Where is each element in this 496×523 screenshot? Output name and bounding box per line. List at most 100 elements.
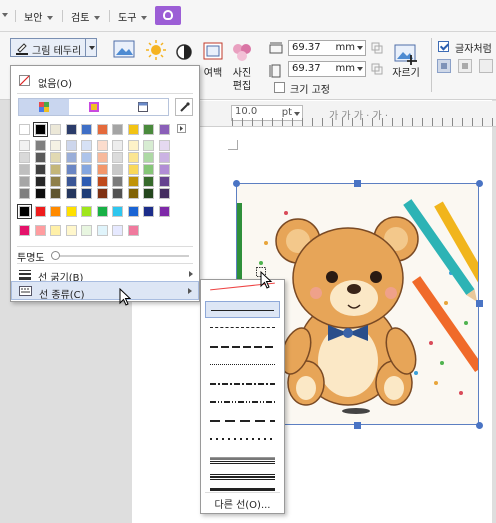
color-swatch[interactable] bbox=[19, 176, 30, 187]
color-swatch[interactable] bbox=[34, 152, 46, 163]
line-style-option[interactable] bbox=[205, 338, 280, 355]
color-swatch[interactable] bbox=[65, 188, 77, 199]
color-swatch[interactable] bbox=[19, 225, 30, 236]
color-swatch[interactable] bbox=[50, 176, 61, 187]
menu-review[interactable]: 검토 bbox=[71, 9, 101, 24]
color-swatch[interactable] bbox=[81, 164, 92, 175]
color-swatch[interactable] bbox=[34, 188, 46, 199]
color-swatch[interactable] bbox=[32, 122, 48, 137]
color-swatch[interactable] bbox=[34, 164, 46, 175]
color-swatch[interactable] bbox=[81, 225, 92, 236]
resize-handle[interactable] bbox=[476, 180, 483, 187]
color-swatch[interactable] bbox=[143, 206, 154, 217]
color-swatch[interactable] bbox=[127, 140, 139, 151]
line-style-option[interactable] bbox=[205, 375, 280, 392]
color-swatch[interactable] bbox=[19, 164, 30, 175]
color-swatch[interactable] bbox=[65, 206, 77, 217]
tab-color-picker[interactable] bbox=[119, 99, 168, 115]
picture-style-icon[interactable] bbox=[113, 40, 135, 58]
margin-icon[interactable] bbox=[203, 42, 223, 60]
color-swatch[interactable] bbox=[127, 124, 139, 135]
color-swatch[interactable] bbox=[81, 188, 92, 199]
color-swatch[interactable] bbox=[127, 225, 139, 236]
color-swatch[interactable] bbox=[65, 140, 77, 151]
other-lines-option[interactable]: 다른 선(O)... bbox=[201, 496, 284, 511]
menu-security[interactable]: 보안 bbox=[24, 9, 54, 24]
chevron-down-icon[interactable] bbox=[357, 67, 363, 71]
color-swatch[interactable] bbox=[143, 188, 154, 199]
tab-color-spectrum[interactable] bbox=[69, 99, 119, 115]
color-swatch[interactable] bbox=[65, 164, 77, 175]
color-swatch[interactable] bbox=[96, 225, 108, 236]
color-swatch[interactable] bbox=[65, 124, 77, 135]
color-swatch[interactable] bbox=[34, 140, 46, 151]
color-swatch[interactable] bbox=[81, 152, 92, 163]
color-swatch[interactable] bbox=[81, 176, 92, 187]
color-swatch[interactable] bbox=[96, 206, 108, 217]
color-swatch[interactable] bbox=[19, 124, 30, 135]
color-swatch[interactable] bbox=[96, 152, 108, 163]
color-swatch[interactable] bbox=[158, 188, 170, 199]
more-colors-arrow[interactable] bbox=[177, 124, 186, 133]
color-swatch[interactable] bbox=[96, 140, 108, 151]
line-style-option[interactable] bbox=[205, 356, 280, 373]
color-swatch[interactable] bbox=[112, 188, 123, 199]
resize-handle[interactable] bbox=[354, 180, 361, 187]
color-swatch[interactable] bbox=[50, 188, 61, 199]
line-style-option[interactable] bbox=[205, 319, 280, 336]
height-input[interactable]: 69.37 mm bbox=[288, 61, 366, 77]
line-style-option[interactable] bbox=[205, 483, 280, 495]
color-swatch[interactable] bbox=[19, 152, 30, 163]
color-swatch[interactable] bbox=[96, 188, 108, 199]
color-swatch[interactable] bbox=[112, 206, 123, 217]
color-swatch[interactable] bbox=[143, 152, 154, 163]
crop-label[interactable]: 자르기 bbox=[388, 67, 424, 80]
line-style-option[interactable] bbox=[205, 393, 280, 410]
line-style-option[interactable] bbox=[205, 456, 280, 468]
color-swatch[interactable] bbox=[127, 152, 139, 163]
color-swatch[interactable] bbox=[34, 225, 46, 236]
color-swatch[interactable] bbox=[127, 188, 139, 199]
line-style-option[interactable] bbox=[205, 471, 280, 483]
color-swatch[interactable] bbox=[65, 225, 77, 236]
color-swatch[interactable] bbox=[50, 152, 61, 163]
color-swatch[interactable] bbox=[50, 206, 61, 217]
tab-theme-colors[interactable] bbox=[19, 99, 69, 115]
color-swatch[interactable] bbox=[112, 140, 123, 151]
resize-handle[interactable] bbox=[354, 422, 361, 429]
color-swatch[interactable] bbox=[158, 140, 170, 151]
color-swatch[interactable] bbox=[112, 152, 123, 163]
menu-overflow-arrow[interactable] bbox=[2, 13, 8, 17]
width-input[interactable]: 69.37 mm bbox=[288, 40, 366, 56]
resize-handle[interactable] bbox=[476, 422, 483, 429]
color-swatch[interactable] bbox=[158, 164, 170, 175]
color-swatch[interactable] bbox=[158, 176, 170, 187]
chevron-down-icon[interactable] bbox=[357, 46, 363, 50]
chevron-down-icon[interactable] bbox=[89, 46, 95, 50]
color-swatch[interactable] bbox=[143, 124, 154, 135]
crop-icon[interactable] bbox=[393, 41, 419, 67]
color-swatch[interactable] bbox=[65, 176, 77, 187]
color-swatch[interactable] bbox=[81, 124, 92, 135]
brightness-icon[interactable] bbox=[145, 40, 167, 60]
line-style-option[interactable] bbox=[205, 301, 280, 318]
wrap-square-icon[interactable] bbox=[437, 59, 451, 73]
opacity-slider-track[interactable] bbox=[54, 255, 189, 257]
color-swatch[interactable] bbox=[127, 206, 139, 217]
color-swatch[interactable] bbox=[17, 204, 32, 219]
color-swatch[interactable] bbox=[158, 124, 170, 135]
color-swatch[interactable] bbox=[143, 176, 154, 187]
lock-ratio-icon[interactable] bbox=[371, 42, 383, 54]
color-swatch[interactable] bbox=[112, 164, 123, 175]
resize-handle[interactable] bbox=[476, 300, 483, 307]
fixed-size-checkbox[interactable] bbox=[274, 82, 285, 93]
color-swatch[interactable] bbox=[50, 124, 61, 135]
chevron-down-icon[interactable] bbox=[294, 112, 300, 116]
color-swatch[interactable] bbox=[65, 152, 77, 163]
eyedropper-button[interactable] bbox=[175, 98, 193, 116]
picture-border-button[interactable]: 그림 테두리 bbox=[10, 38, 97, 57]
opacity-slider-knob[interactable] bbox=[51, 251, 60, 260]
color-swatch[interactable] bbox=[19, 188, 30, 199]
color-swatch[interactable] bbox=[50, 225, 61, 236]
color-swatch[interactable] bbox=[96, 176, 108, 187]
